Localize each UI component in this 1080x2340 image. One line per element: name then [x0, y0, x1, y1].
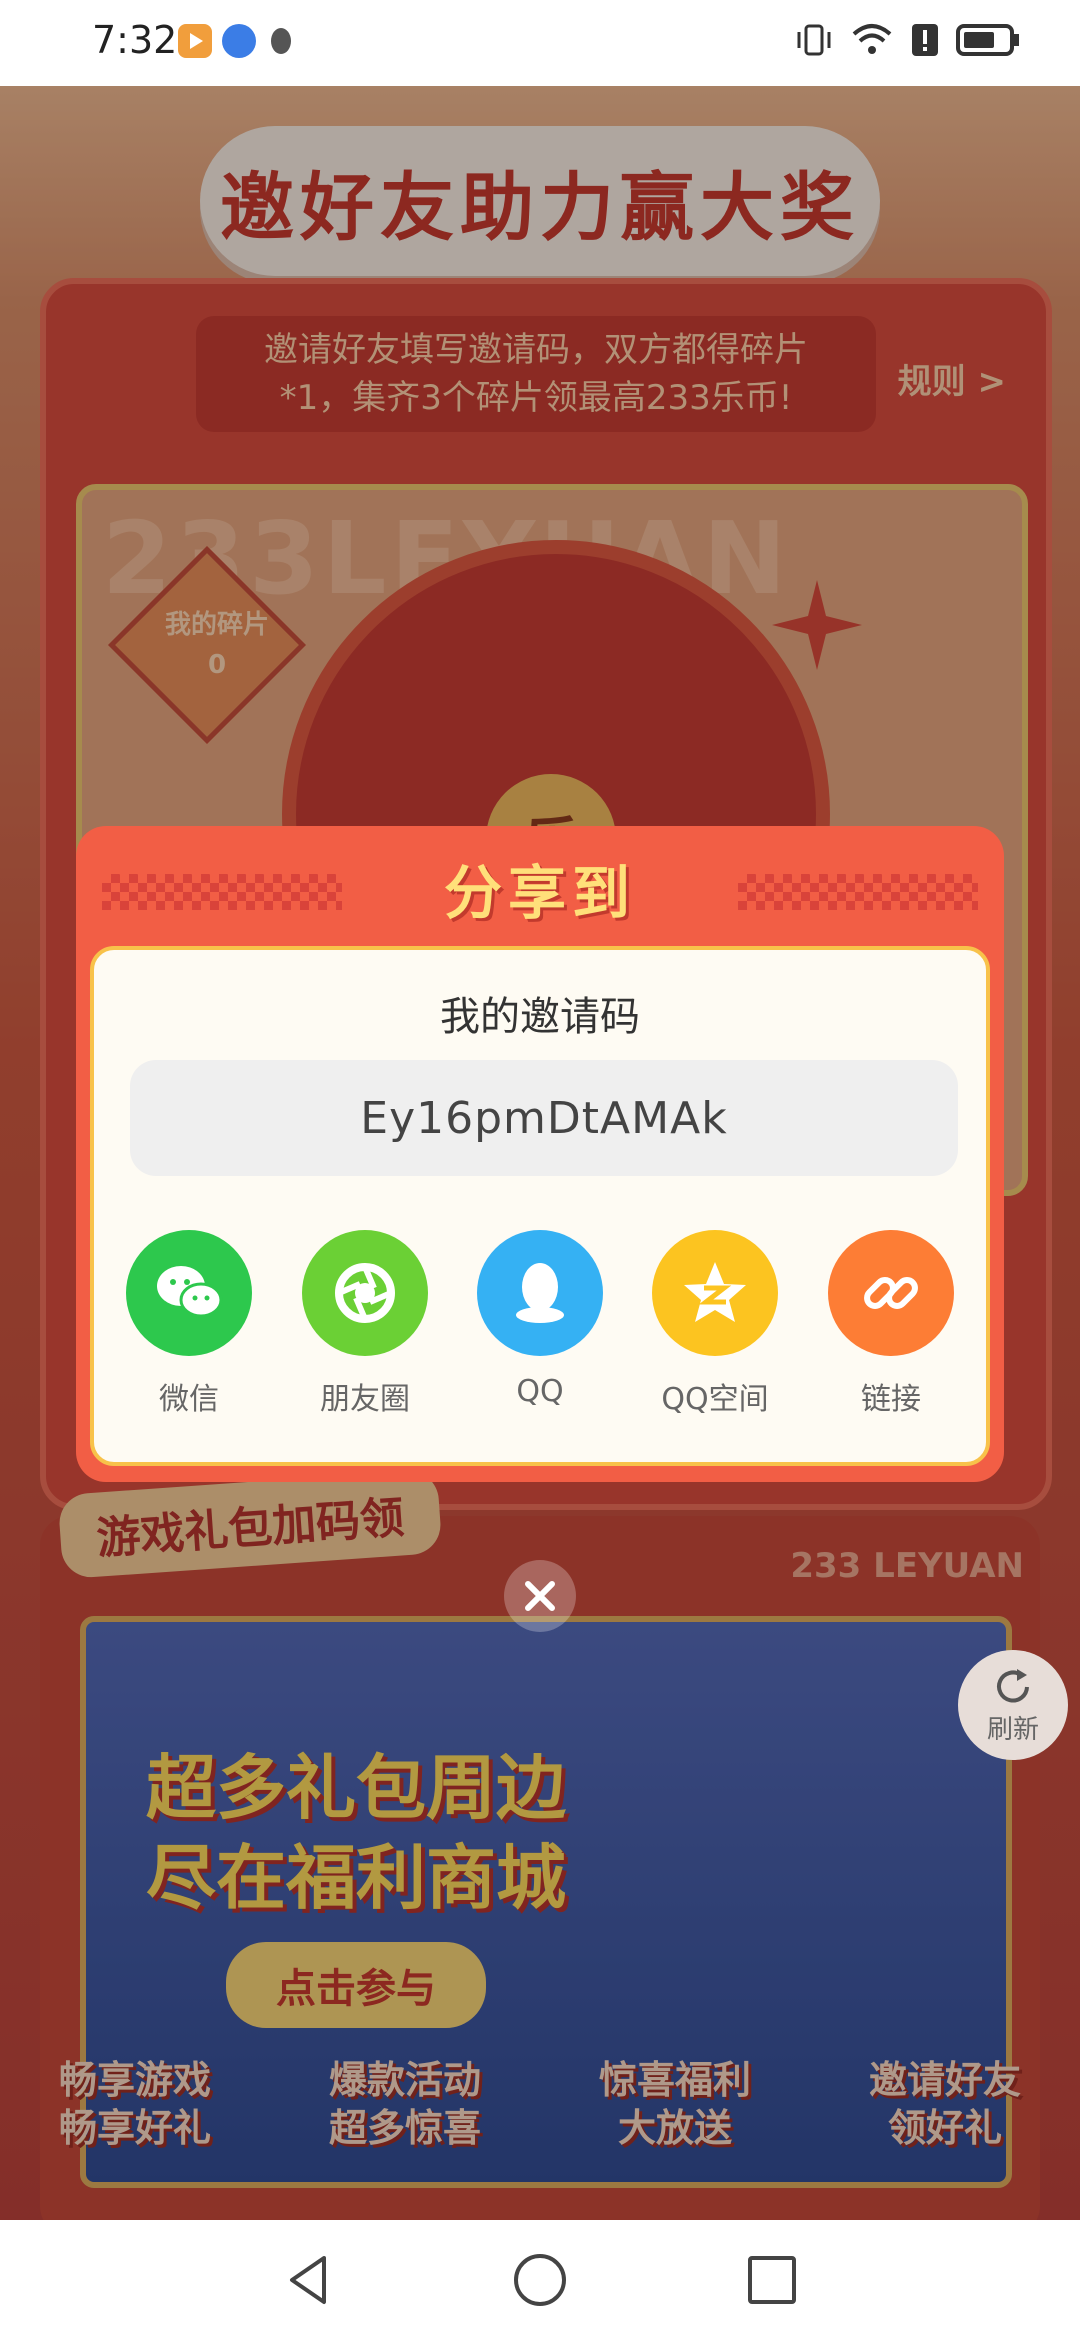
vibrate-icon — [797, 24, 831, 56]
recents-button[interactable] — [742, 2250, 802, 2310]
moments-icon — [302, 1230, 428, 1356]
share-targets: 微信 朋友圈 QQ QQ空间 链接 — [94, 1230, 986, 1430]
share-label: 链接 — [861, 1382, 921, 1417]
close-button[interactable] — [504, 1560, 576, 1632]
refresh-icon — [997, 1668, 1029, 1702]
media-app-icon — [178, 24, 212, 58]
wifi-icon — [852, 24, 892, 54]
share-dialog-body: 我的邀请码 Ey16pmDtAMAk 微信 朋友圈 QQ QQ空间 链接 — [90, 946, 990, 1466]
status-time: 7:32 — [92, 18, 178, 62]
share-dialog-title: 分享到 — [443, 859, 636, 927]
share-dialog: 分享到 我的邀请码 Ey16pmDtAMAk 微信 朋友圈 QQ QQ空间 链接 — [76, 826, 1004, 1482]
alert-icon — [912, 24, 938, 56]
link-icon — [828, 1230, 954, 1356]
share-label: QQ — [516, 1374, 564, 1409]
share-label: 朋友圈 — [320, 1382, 410, 1417]
status-icons — [794, 20, 1020, 60]
browser-icon — [222, 24, 256, 58]
share-qzone[interactable]: QQ空间 — [630, 1230, 800, 1418]
share-wechat[interactable]: 微信 — [104, 1230, 274, 1418]
qq-penguin-icon — [264, 24, 298, 58]
status-bar: 7:32 — [0, 0, 1080, 86]
back-button[interactable] — [278, 2250, 338, 2310]
qzone-icon — [652, 1230, 778, 1356]
refresh-button[interactable]: 刷新 — [958, 1650, 1068, 1760]
home-button[interactable] — [510, 2250, 570, 2310]
qq-icon — [477, 1230, 603, 1356]
share-link[interactable]: 链接 — [806, 1230, 976, 1418]
invite-code-label: 我的邀请码 — [440, 994, 640, 1040]
refresh-label: 刷新 — [986, 1714, 1039, 1745]
recents-icon — [748, 2256, 796, 2304]
share-label: QQ空间 — [661, 1382, 769, 1417]
share-label: 微信 — [159, 1382, 219, 1417]
home-icon — [514, 2254, 566, 2306]
navigation-bar — [0, 2220, 1080, 2340]
share-moments[interactable]: 朋友圈 — [280, 1230, 450, 1418]
back-icon — [290, 2256, 326, 2304]
invite-code-field[interactable]: Ey16pmDtAMAk — [130, 1060, 958, 1176]
wechat-icon — [126, 1230, 252, 1356]
share-qq[interactable]: QQ — [455, 1230, 625, 1409]
battery-icon — [956, 24, 1019, 56]
close-icon — [525, 1581, 555, 1611]
